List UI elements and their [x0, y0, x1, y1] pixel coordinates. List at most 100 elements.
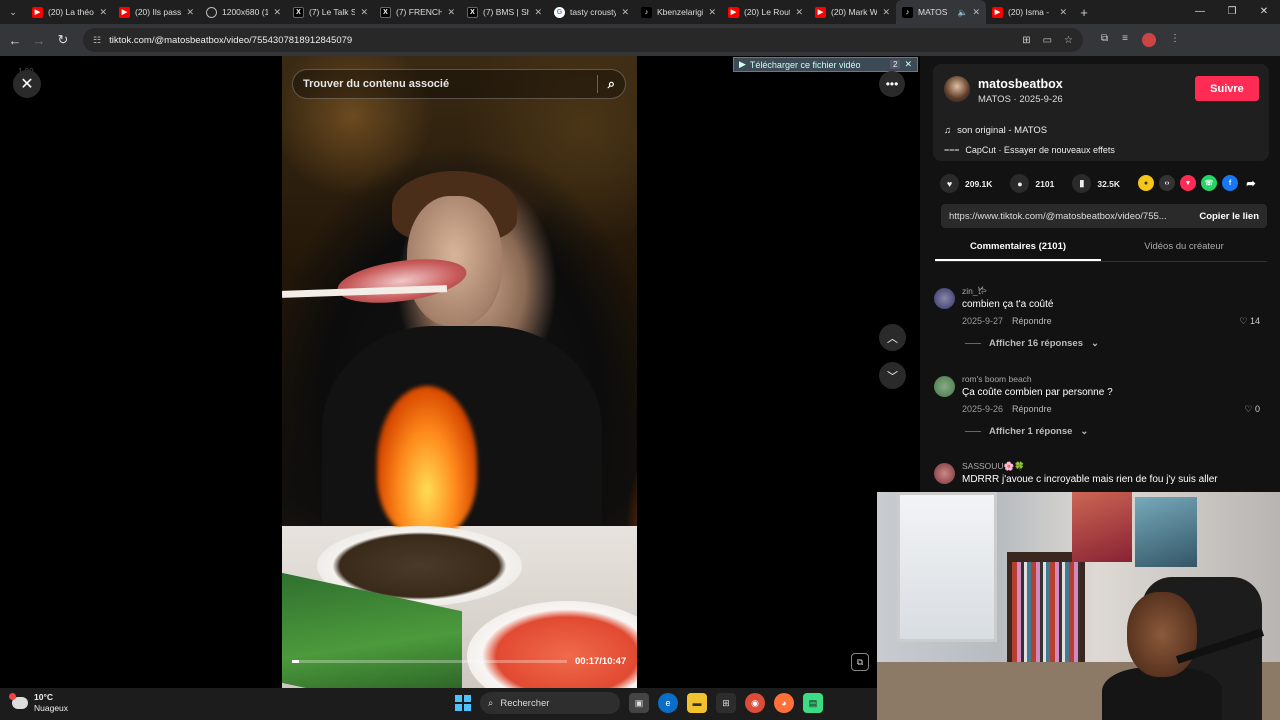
avatar[interactable] — [934, 463, 955, 484]
windows-start-icon[interactable] — [455, 695, 471, 711]
task-view-icon[interactable]: ▣ — [629, 693, 649, 713]
comment-user[interactable]: rom's boom beach — [962, 374, 1032, 384]
translate-icon[interactable]: ⊞ — [1022, 35, 1030, 46]
forward-icon[interactable]: → — [27, 33, 51, 48]
reply-button[interactable]: Répondre — [1012, 316, 1052, 326]
close-tab-icon[interactable]: ✕ — [1059, 7, 1067, 18]
new-tab-button[interactable]: + — [1073, 5, 1095, 20]
comment-like-count: 0 — [1254, 404, 1260, 414]
tab-creator-videos[interactable]: Vidéos du créateur — [1101, 236, 1267, 261]
close-icon[interactable]: ✕ — [13, 70, 41, 98]
creator-name[interactable]: matosbeatbox — [978, 77, 1063, 91]
share-arrow-icon[interactable]: ➦ — [1243, 175, 1259, 191]
close-tab-icon[interactable]: ✕ — [882, 7, 890, 18]
video-progress-bar[interactable] — [292, 660, 567, 663]
facebook-icon[interactable]: f — [1222, 175, 1238, 191]
heart-icon[interactable]: ♥ — [940, 174, 959, 193]
embed-icon[interactable]: ‹› — [1159, 175, 1175, 191]
reply-button[interactable]: Répondre — [1012, 404, 1052, 414]
creator-avatar[interactable] — [944, 76, 970, 102]
close-tab-icon[interactable]: ✕ — [360, 7, 368, 18]
close-tab-icon[interactable]: ✕ — [795, 7, 803, 18]
close-tab-icon[interactable]: ✕ — [621, 7, 629, 18]
close-tab-icon[interactable]: ✕ — [273, 7, 281, 18]
comment-user[interactable]: zin_𐂂 — [962, 286, 987, 297]
video-progress-fill — [292, 660, 300, 663]
firefox-icon[interactable]: ◕ — [774, 693, 794, 713]
media-icon[interactable]: ≡ — [1122, 33, 1128, 47]
download-video-bar[interactable]: ▶ Télécharger ce fichier vidéo 2 ✕ — [733, 57, 918, 72]
weather-widget[interactable]: 10°C Nuageux — [9, 692, 68, 714]
comment-user[interactable]: SASSOUU🌸🍀 — [962, 461, 1025, 472]
app-icon[interactable]: ▤ — [803, 693, 823, 713]
avatar[interactable] — [934, 376, 955, 397]
follow-button[interactable]: Suivre — [1195, 76, 1259, 101]
site-info-icon[interactable]: ☷ — [93, 35, 101, 46]
share-url[interactable]: https://www.tiktok.com/@matosbeatbox/vid… — [949, 211, 1179, 222]
related-search-input[interactable] — [303, 78, 587, 90]
browser-tab[interactable]: ▶ (20) Isma - ✕ — [986, 0, 1073, 24]
coin-icon[interactable]: ● — [1138, 175, 1154, 191]
copy-link-button[interactable]: Copier le lien — [1199, 211, 1259, 222]
comment-icon[interactable]: ● — [1010, 174, 1030, 193]
file-explorer-icon[interactable]: ▬ — [687, 693, 707, 713]
capcut-link[interactable]: ⩶ CapCut · Essayer de nouveaux effets — [944, 144, 1115, 155]
bookmark-icon[interactable]: ▮ — [1072, 174, 1092, 193]
close-window-icon[interactable]: ✕ — [1248, 0, 1280, 24]
picture-in-picture-icon[interactable]: ⧉ — [851, 653, 869, 671]
extensions-icon[interactable]: ⧉ — [1101, 33, 1108, 47]
menu-icon[interactable]: ⋮ — [1170, 33, 1180, 47]
related-search-box[interactable]: ⌕ — [292, 69, 626, 99]
tab-search-icon[interactable]: ⌄ — [0, 0, 26, 24]
close-tab-icon[interactable]: ✕ — [447, 7, 455, 18]
comment-likes[interactable]: ♡ 14 — [1239, 316, 1260, 327]
browser-tab[interactable]: ▶ (20) La théo ✕ — [26, 0, 113, 24]
cast-icon[interactable]: ▭ — [1043, 35, 1052, 46]
profile-avatar[interactable] — [1141, 33, 1156, 47]
repost-icon[interactable]: ▼ — [1180, 175, 1196, 191]
browser-tab[interactable]: ▶ (20) Mark W ✕ — [809, 0, 896, 24]
close-tab-icon[interactable]: ✕ — [708, 7, 716, 18]
reload-icon[interactable]: ↻ — [51, 32, 75, 48]
more-options-icon[interactable]: ••• — [879, 71, 905, 97]
store-icon[interactable]: ⊞ — [716, 693, 736, 713]
close-tab-icon[interactable]: ✕ — [99, 7, 107, 18]
close-tab-icon[interactable]: ✕ — [972, 7, 980, 18]
browser-tab[interactable]: ▶ (20) Ils passe ✕ — [113, 0, 200, 24]
close-download-icon[interactable]: ✕ — [904, 59, 912, 70]
browser-tab[interactable]: X (7) Le Talk S ✕ — [287, 0, 374, 24]
comment-likes[interactable]: ♡ 0 — [1244, 404, 1260, 415]
chrome-icon[interactable]: ◉ — [745, 693, 765, 713]
avatar[interactable] — [934, 288, 955, 309]
restore-icon[interactable]: ❐ — [1216, 0, 1248, 24]
x-icon: X — [467, 6, 478, 18]
bookmark-star-icon[interactable]: ☆ — [1064, 35, 1073, 46]
video-frame[interactable] — [282, 56, 637, 688]
browser-tab[interactable]: ♪ Kbenzelarigi ✕ — [635, 0, 722, 24]
browser-tab[interactable]: X (7) FRENCH ✕ — [374, 0, 461, 24]
close-tab-icon[interactable]: ✕ — [534, 7, 542, 18]
speaker-icon[interactable]: 🔈 — [957, 8, 967, 17]
address-bar[interactable]: ☷ tiktok.com/@matosbeatbox/video/7554307… — [83, 28, 1083, 52]
close-tab-icon[interactable]: ✕ — [186, 7, 194, 18]
browser-tab-active[interactable]: ♪ MATOS 🔈 ✕ — [896, 0, 986, 24]
heart-outline-icon: ♡ — [1244, 404, 1253, 414]
browser-tab[interactable]: 1200x680 (1 ✕ — [200, 0, 287, 24]
browser-tab[interactable]: X (7) BMS | Sh ✕ — [461, 0, 548, 24]
play-icon: ▶ — [739, 59, 746, 69]
previous-video-icon[interactable]: ︿ — [879, 324, 906, 351]
back-icon[interactable]: ← — [3, 33, 27, 48]
show-replies-button[interactable]: Afficher 16 réponses ⌄ — [965, 338, 1099, 349]
search-icon[interactable]: ⌕ — [608, 76, 615, 92]
show-replies-button[interactable]: Afficher 1 réponse ⌄ — [965, 426, 1088, 437]
next-video-icon[interactable]: ﹀ — [879, 362, 906, 389]
taskbar-search[interactable]: ⌕ Rechercher — [480, 692, 620, 714]
whatsapp-icon[interactable]: ☏ — [1201, 175, 1217, 191]
browser-tab[interactable]: ▶ (20) Le Rout ✕ — [722, 0, 809, 24]
browser-tab[interactable]: Gtasty crousty ✕ — [548, 0, 635, 24]
tab-comments[interactable]: Commentaires (2101) — [935, 236, 1101, 261]
minimize-icon[interactable]: — — [1184, 0, 1216, 24]
url-text[interactable]: tiktok.com/@matosbeatbox/video/755430781… — [109, 35, 352, 46]
music-link[interactable]: ♫ son original - MATOS — [944, 125, 1047, 136]
edge-icon[interactable]: e — [658, 693, 678, 713]
